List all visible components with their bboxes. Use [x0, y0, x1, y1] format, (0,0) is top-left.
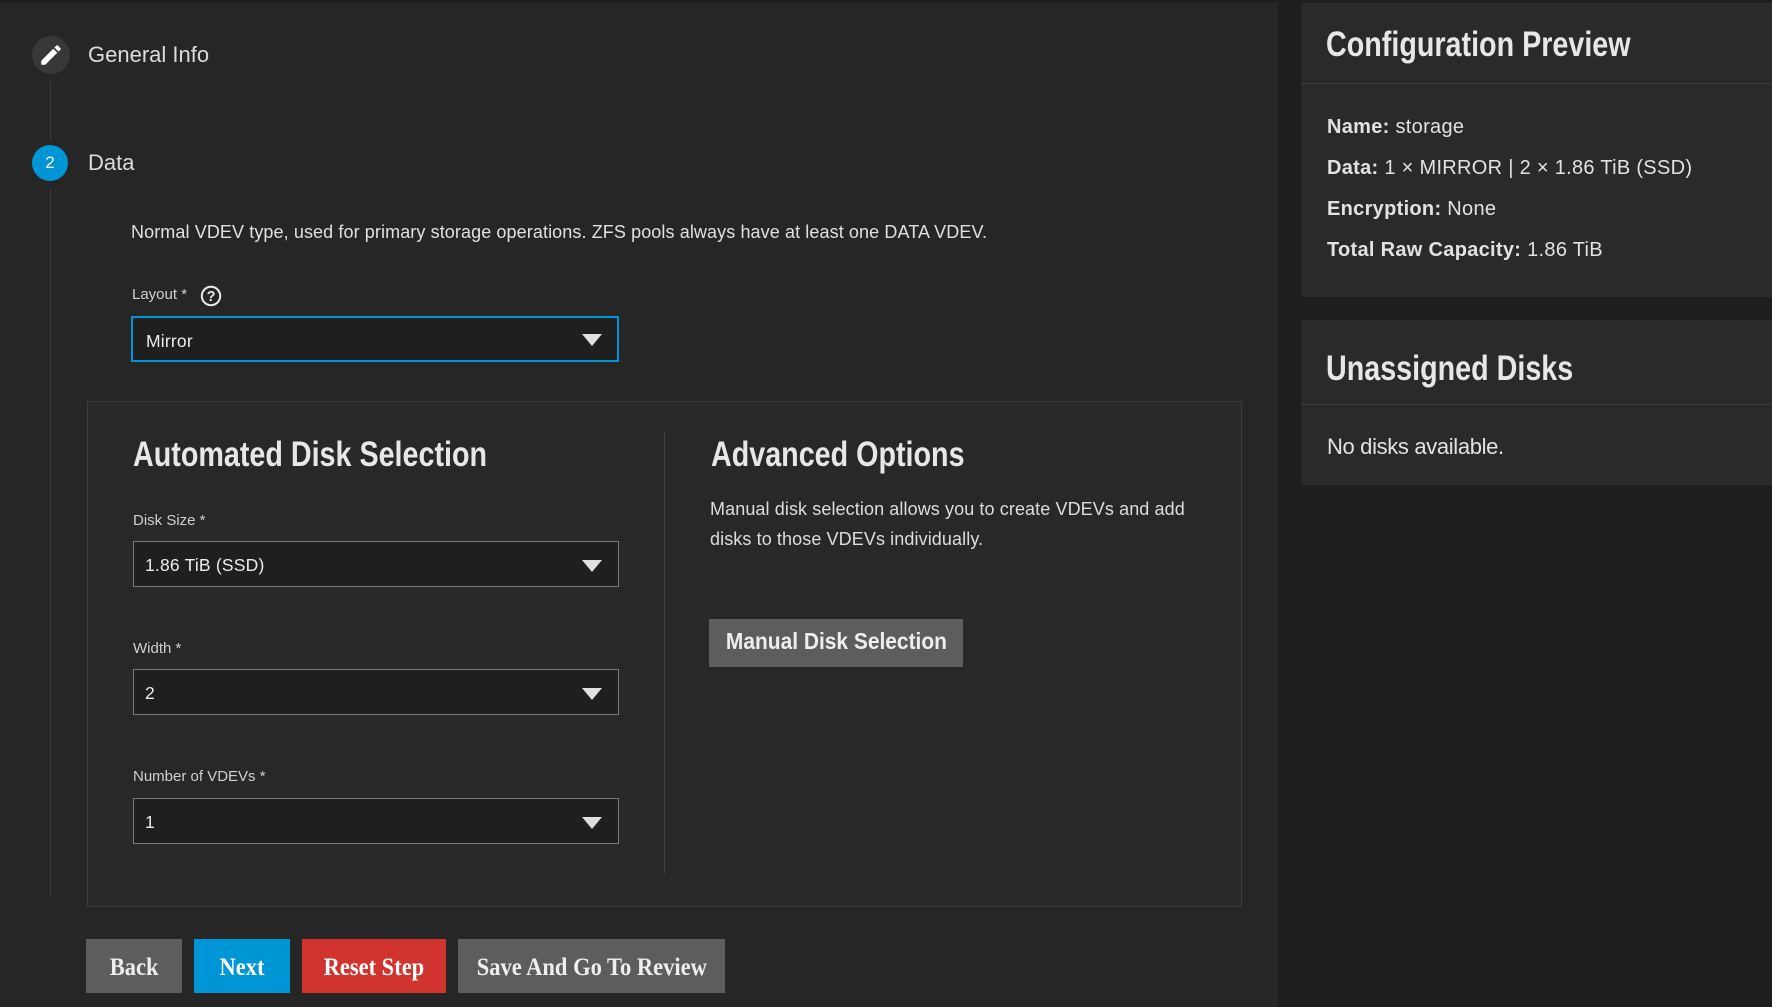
svg-text:?: ?	[207, 289, 216, 305]
